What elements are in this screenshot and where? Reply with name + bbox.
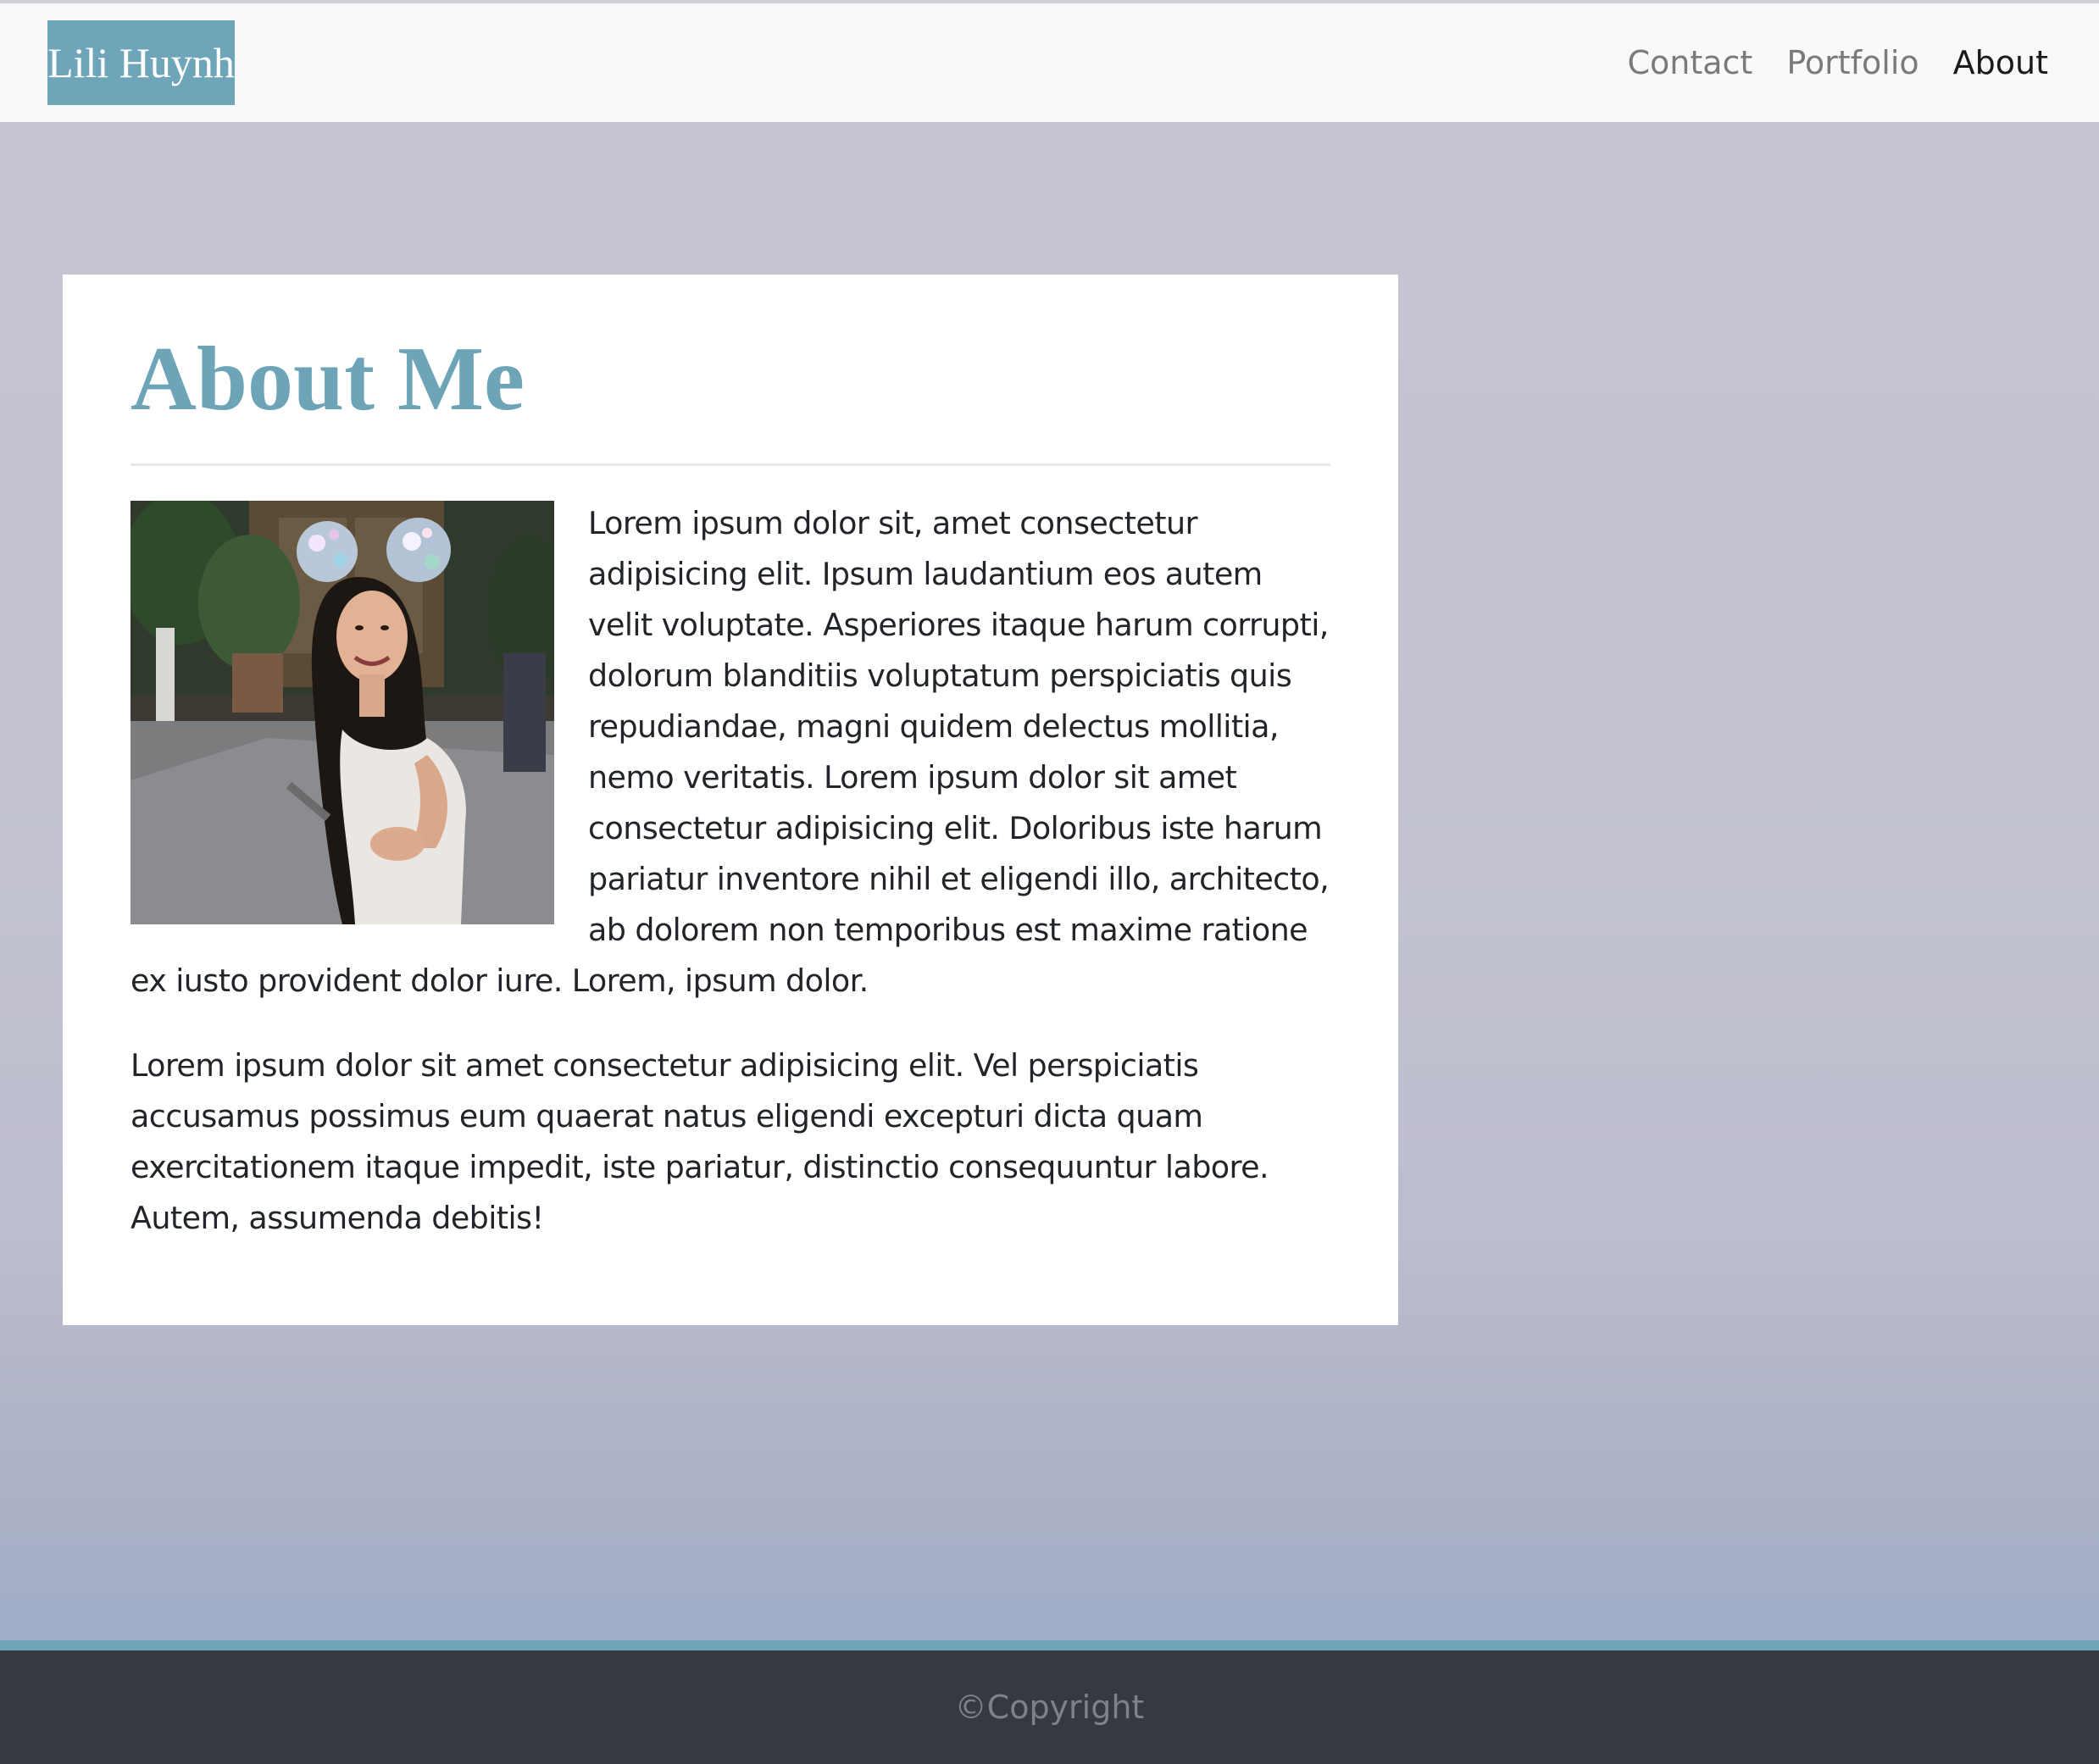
nav-links: Contact Portfolio About (1627, 3, 2048, 122)
nav-link-contact[interactable]: Contact (1627, 44, 1752, 81)
about-paragraph-2: Lorem ipsum dolor sit amet consectetur a… (130, 1047, 1269, 1236)
title-divider (130, 463, 1330, 466)
footer-accent-line (0, 1640, 2099, 1650)
nav-link-portfolio[interactable]: Portfolio (1786, 44, 1919, 81)
nav-link-about[interactable]: About (1953, 44, 2048, 81)
copyright-text: ©Copyright (954, 1689, 1145, 1726)
page-title: About Me (130, 329, 525, 430)
about-content: Lorem ipsum dolor sit, amet consectetur … (130, 498, 1330, 1244)
navbar: Lili Huynh Contact Portfolio About (0, 3, 2099, 122)
brand-logo[interactable]: Lili Huynh (47, 20, 235, 105)
footer: ©Copyright (0, 1650, 2099, 1764)
about-card: About Me Lorem ipsum dolor sit, amet con… (63, 275, 1398, 1325)
profile-photo (130, 501, 554, 924)
